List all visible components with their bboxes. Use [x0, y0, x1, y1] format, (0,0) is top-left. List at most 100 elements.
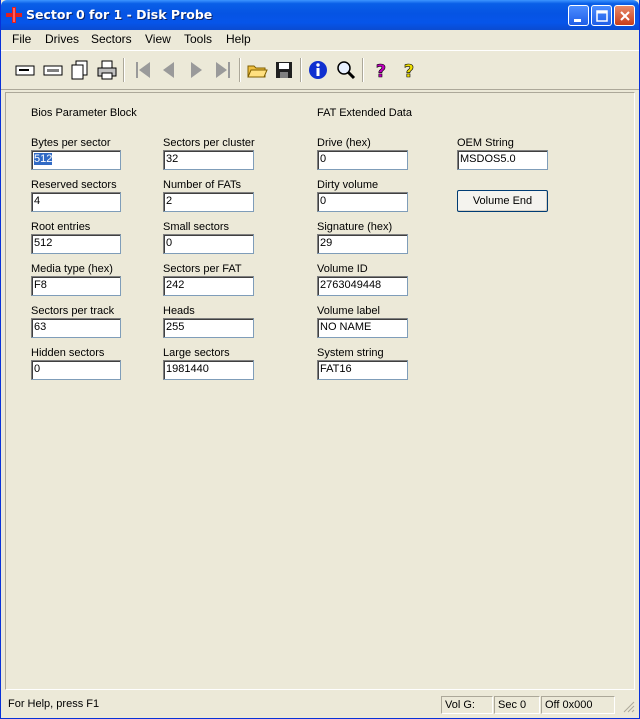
toolbar: ? ? — [1, 50, 639, 90]
boot-sector-view: Bios Parameter Block FAT Extended Data B… — [5, 92, 635, 690]
disk-probe-app-icon[interactable] — [6, 7, 22, 23]
reserved-sectors-field[interactable]: 4 — [31, 192, 121, 212]
maximize-button[interactable] — [591, 5, 612, 26]
read-sectors-button[interactable] — [41, 58, 65, 82]
heads-field[interactable]: 255 — [163, 318, 254, 338]
volume-label-field[interactable]: NO NAME — [317, 318, 408, 338]
root-entries-label: Root entries — [31, 221, 91, 233]
bytes-per-sector-label: Bytes per sector — [31, 137, 111, 149]
status-sector: Sec 0 — [494, 696, 540, 714]
volume-end-button[interactable]: Volume End — [457, 190, 548, 212]
toolbar-separator — [123, 58, 125, 82]
number-of-fats-field[interactable]: 2 — [163, 192, 254, 212]
system-string-label: System string — [317, 347, 384, 359]
next-sector-button[interactable] — [184, 58, 208, 82]
info-button[interactable] — [306, 58, 330, 82]
last-sector-button[interactable] — [211, 58, 235, 82]
next-sector-icon — [191, 62, 202, 78]
sectors-per-cluster-label: Sectors per cluster — [163, 137, 255, 149]
svg-text:?: ? — [376, 61, 386, 82]
read-sectors-icon — [43, 65, 63, 76]
heads-label: Heads — [163, 305, 195, 317]
menu-view[interactable]: View — [145, 32, 171, 46]
large-sectors-label: Large sectors — [163, 347, 230, 359]
resize-grip-icon — [623, 701, 635, 713]
bpb-heading: Bios Parameter Block — [31, 107, 137, 119]
volume-id-field[interactable]: 2763049448 — [317, 276, 408, 296]
signature-field[interactable]: 29 — [317, 234, 408, 254]
menu-tools[interactable]: Tools — [184, 32, 212, 46]
menu-sectors[interactable]: Sectors — [91, 32, 132, 46]
open-drive-icon — [15, 65, 35, 76]
sectors-per-track-label: Sectors per track — [31, 305, 115, 317]
context-help-button[interactable]: ? — [397, 58, 421, 82]
open-file-button[interactable] — [245, 58, 269, 82]
copy-page-icon — [71, 60, 88, 80]
status-volume: Vol G: — [441, 696, 493, 714]
print-icon — [97, 60, 117, 80]
minimize-icon — [574, 19, 581, 22]
toolbar-separator — [239, 58, 241, 82]
signature-label: Signature (hex) — [317, 221, 393, 233]
size-grip[interactable] — [621, 699, 635, 713]
minimize-button[interactable] — [568, 5, 589, 26]
previous-sector-icon — [163, 62, 174, 78]
hidden-sectors-field[interactable]: 0 — [31, 360, 121, 380]
reserved-sectors-label: Reserved sectors — [31, 179, 117, 191]
dirty-volume-field[interactable]: 0 — [317, 192, 408, 212]
system-string-field[interactable]: FAT16 — [317, 360, 408, 380]
sectors-per-cluster-field[interactable]: 32 — [163, 150, 254, 170]
context-help-icon: ? — [403, 61, 414, 82]
open-file-icon — [247, 65, 268, 78]
media-type-field[interactable]: F8 — [31, 276, 121, 296]
drive-label: Drive (hex) — [317, 137, 371, 149]
copy-page-button[interactable] — [68, 58, 92, 82]
drive-field[interactable]: 0 — [317, 150, 408, 170]
status-offset: Off 0x000 — [541, 696, 615, 714]
open-drive-button[interactable] — [13, 58, 37, 82]
save-icon — [276, 62, 292, 78]
toolbar-separator — [362, 58, 364, 82]
previous-sector-button[interactable] — [157, 58, 181, 82]
sectors-per-track-field[interactable]: 63 — [31, 318, 121, 338]
small-sectors-label: Small sectors — [163, 221, 230, 233]
bytes-per-sector-value: 512 — [34, 153, 53, 165]
window-title: Sector 0 for 1 - Disk Probe — [26, 7, 213, 22]
first-sector-button[interactable] — [131, 58, 155, 82]
title-bar[interactable]: Sector 0 for 1 - Disk Probe — [1, 0, 639, 30]
bytes-per-sector-field[interactable]: 512 — [31, 150, 121, 170]
small-sectors-field[interactable]: 0 — [163, 234, 254, 254]
disk-probe-window: Sector 0 for 1 - Disk Probe File Drives … — [0, 0, 640, 719]
info-icon — [309, 61, 327, 79]
dirty-volume-label: Dirty volume — [317, 179, 379, 191]
close-button[interactable] — [614, 5, 635, 26]
media-type-label: Media type (hex) — [31, 263, 113, 275]
last-sector-icon — [216, 62, 230, 78]
oem-string-label: OEM String — [457, 137, 514, 149]
search-icon — [337, 61, 356, 80]
help-button[interactable]: ? — [369, 58, 393, 82]
print-button[interactable] — [95, 58, 119, 82]
number-of-fats-label: Number of FATs — [163, 179, 242, 191]
oem-string-field[interactable]: MSDOS5.0 — [457, 150, 548, 170]
hidden-sectors-label: Hidden sectors — [31, 347, 105, 359]
close-icon — [620, 11, 630, 21]
menu-drives[interactable]: Drives — [45, 32, 79, 46]
fat-extended-heading: FAT Extended Data — [317, 107, 412, 119]
status-help-text: For Help, press F1 — [8, 698, 100, 710]
large-sectors-field[interactable]: 1981440 — [163, 360, 254, 380]
sectors-per-fat-label: Sectors per FAT — [163, 263, 242, 275]
search-button[interactable] — [334, 58, 358, 82]
help-icon: ? — [375, 61, 386, 82]
menu-help[interactable]: Help — [226, 32, 251, 46]
save-button[interactable] — [272, 58, 296, 82]
sectors-per-fat-field[interactable]: 242 — [163, 276, 254, 296]
menu-file[interactable]: File — [12, 32, 31, 46]
svg-text:?: ? — [404, 61, 414, 82]
root-entries-field[interactable]: 512 — [31, 234, 121, 254]
status-bar: For Help, press F1 Vol G: Sec 0 Off 0x00… — [1, 693, 639, 718]
toolbar-separator — [300, 58, 302, 82]
menu-bar: File Drives Sectors View Tools Help — [1, 30, 639, 50]
maximize-icon — [596, 10, 608, 22]
first-sector-icon — [136, 62, 150, 78]
